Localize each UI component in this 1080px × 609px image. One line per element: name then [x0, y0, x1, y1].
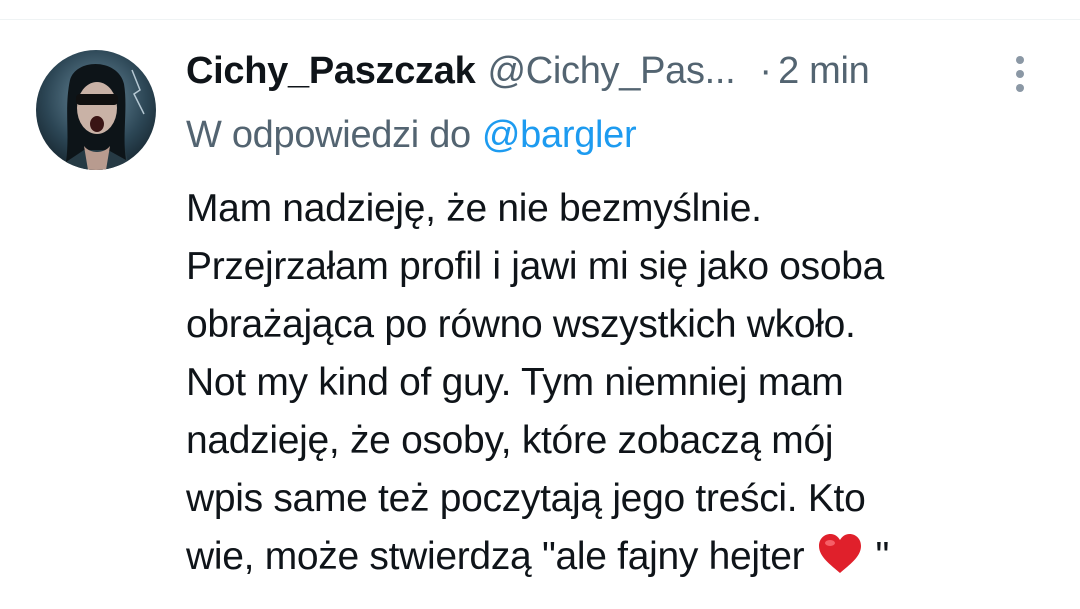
tweet-timestamp[interactable]: 2 min: [778, 50, 870, 93]
reply-prefix-label: W odpowiedzi do: [186, 113, 471, 156]
reply-context: W odpowiedzi do @bargler: [186, 108, 637, 162]
red-heart-icon: [818, 534, 861, 573]
tweet-text-line: Not my kind of guy. Tym niemniej mam: [186, 361, 844, 404]
tweet-text-line-last: wie, może stwierdzą "ale fajny hejter ": [186, 528, 1066, 586]
tweet-header: Cichy_Paszczak @Cichy_Pas... · 2 min: [186, 44, 1046, 98]
top-divider: [0, 19, 1080, 20]
tweet-text-line: wpis same też poczytają jego treści. Kto: [186, 477, 866, 520]
tweet-text-line: obrażająca po równo wszystkich wkoło.: [186, 303, 856, 346]
avatar-photo-icon: [36, 50, 156, 170]
author-display-name[interactable]: Cichy_Paszczak: [186, 50, 476, 93]
tweet-text: Mam nadzieję, że nie bezmyślnie. Przejrz…: [186, 180, 1066, 586]
reply-mention-link[interactable]: @bargler: [482, 114, 637, 157]
separator-dot: ·: [759, 49, 773, 92]
author-handle[interactable]: @Cichy_Pas...: [487, 50, 735, 93]
vertical-ellipsis-icon: [1016, 56, 1024, 92]
tweet-text-before-emoji: wie, może stwierdzą "ale fajny hejter: [186, 535, 815, 578]
tweet-text-line: Mam nadzieję, że nie bezmyślnie.: [186, 187, 762, 230]
tweet-text-line: Przejrzałam profil i jawi mi się jako os…: [186, 245, 885, 288]
tweet-text-after-emoji: ": [875, 535, 889, 578]
tweet-text-line: nadzieję, że osoby, które zobaczą mój: [186, 419, 834, 462]
more-options-button[interactable]: [1003, 54, 1037, 94]
avatar[interactable]: [36, 50, 156, 170]
